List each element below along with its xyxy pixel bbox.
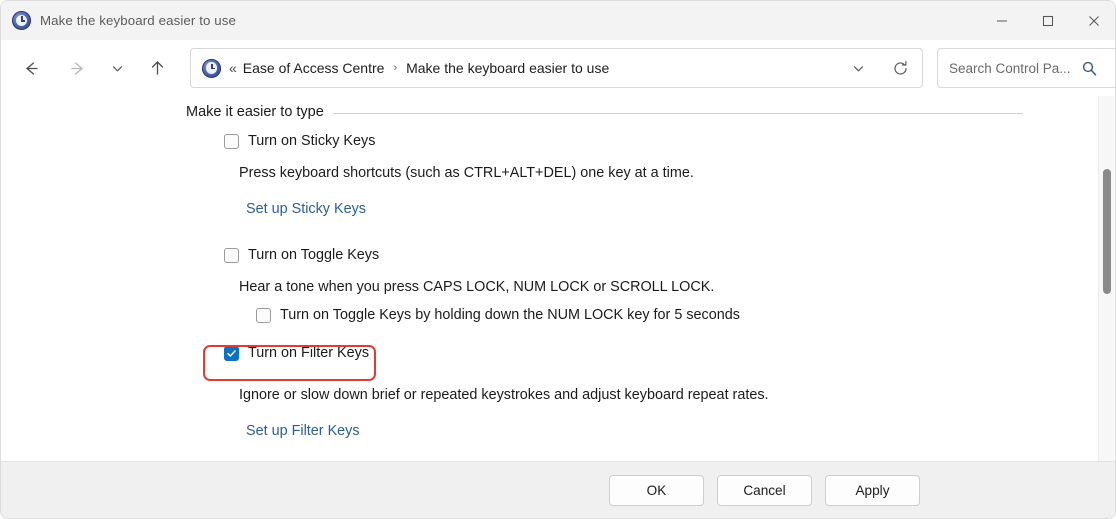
control-panel-window: Make the keyboard easier to use « Ease o… (0, 0, 1116, 519)
checkbox-row-sticky-keys[interactable]: Turn on Sticky Keys (224, 133, 1115, 149)
breadcrumb-ease-of-access-icon (202, 58, 221, 78)
chevron-down-icon[interactable] (103, 51, 131, 85)
breadcrumb-overflow-icon[interactable]: « (229, 61, 237, 75)
forward-arrow-icon[interactable] (59, 51, 95, 85)
group-heading-label: Make it easier to type (186, 104, 324, 120)
scrollbar-thumb[interactable] (1103, 169, 1111, 294)
checkbox-row-filter-keys[interactable]: Turn on Filter Keys (224, 345, 1115, 361)
cancel-button[interactable]: Cancel (717, 474, 812, 506)
address-bar[interactable]: « Ease of Access Centre › Make the keybo… (190, 48, 923, 88)
link-row-sticky-keys[interactable]: Set up Sticky Keys (246, 201, 1115, 217)
checkbox-label-filter-keys: Turn on Filter Keys (248, 345, 370, 361)
minimize-button[interactable] (979, 1, 1025, 40)
checkbox-sticky-keys[interactable] (224, 133, 239, 149)
description-toggle-keys: Hear a tone when you press CAPS LOCK, NU… (239, 279, 715, 295)
description-filter-keys-row: Ignore or slow down brief or repeated ke… (239, 387, 1115, 403)
description-sticky-keys: Press keyboard shortcuts (such as CTRL+A… (239, 165, 694, 181)
link-row-filter-keys[interactable]: Set up Filter Keys (246, 423, 1115, 439)
apply-button[interactable]: Apply (825, 474, 920, 506)
checkbox-label-toggle-keys-hold: Turn on Toggle Keys by holding down the … (280, 307, 740, 323)
refresh-icon[interactable] (878, 49, 922, 87)
window-title: Make the keyboard easier to use (40, 13, 237, 28)
address-dropdown-chevron-down-icon[interactable] (838, 49, 878, 87)
maximize-button[interactable] (1025, 1, 1071, 40)
close-button[interactable] (1071, 1, 1115, 40)
checkbox-label-sticky-keys: Turn on Sticky Keys (248, 133, 376, 149)
vertical-scrollbar[interactable] (1098, 96, 1114, 463)
search-icon[interactable] (1081, 60, 1098, 77)
navigation-toolbar: « Ease of Access Centre › Make the keybo… (1, 40, 1115, 96)
checkbox-label-toggle-keys: Turn on Toggle Keys (248, 247, 380, 263)
group-heading-rule (332, 112, 1023, 114)
link-set-up-filter-keys[interactable]: Set up Filter Keys (246, 423, 360, 439)
breadcrumb-separator-icon: › (393, 62, 398, 74)
dialog-footer: OK Cancel Apply (1, 461, 1115, 518)
up-arrow-icon[interactable] (139, 51, 175, 85)
back-arrow-icon[interactable] (13, 51, 49, 85)
ok-button[interactable]: OK (609, 474, 704, 506)
title-bar: Make the keyboard easier to use (1, 1, 1115, 40)
breadcrumb-item-current-page[interactable]: Make the keyboard easier to use (406, 60, 609, 76)
window-controls (979, 1, 1115, 40)
checkbox-filter-keys[interactable] (224, 345, 239, 361)
settings-content-area: Make it easier to type Turn on Sticky Ke… (1, 96, 1115, 463)
description-sticky-keys-row: Press keyboard shortcuts (such as CTRL+A… (239, 165, 1115, 181)
group-heading: Make it easier to type (186, 104, 1115, 120)
checkbox-row-toggle-keys-hold[interactable]: Turn on Toggle Keys by holding down the … (256, 307, 1115, 323)
search-input[interactable] (949, 60, 1079, 76)
description-toggle-keys-row: Hear a tone when you press CAPS LOCK, NU… (239, 279, 1115, 295)
search-box[interactable] (937, 48, 1115, 88)
description-filter-keys: Ignore or slow down brief or repeated ke… (239, 387, 769, 403)
breadcrumb-item-ease-of-access-centre[interactable]: Ease of Access Centre (243, 60, 385, 76)
checkbox-toggle-keys-hold[interactable] (256, 307, 271, 323)
checkbox-toggle-keys[interactable] (224, 247, 239, 263)
checkbox-row-toggle-keys[interactable]: Turn on Toggle Keys (224, 247, 1115, 263)
link-set-up-sticky-keys[interactable]: Set up Sticky Keys (246, 201, 366, 217)
ease-of-access-icon (12, 11, 31, 30)
